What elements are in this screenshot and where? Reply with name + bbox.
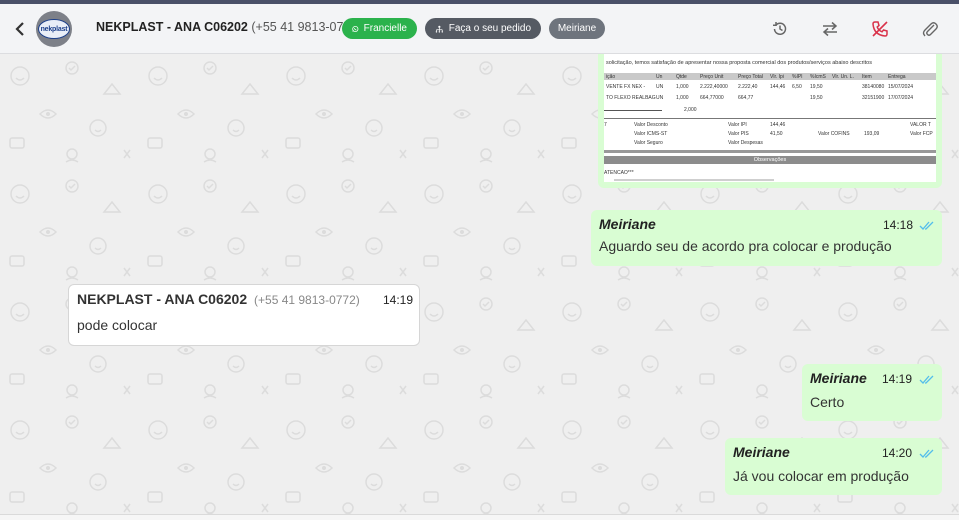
doc-table-header: ição Un Qtde Preço Unit Preço Total Vlr.… [604, 73, 936, 80]
doc-summary-value: 193,09 [864, 131, 880, 137]
whatsapp-tag[interactable]: Francielle [342, 18, 417, 39]
message-bubble-outgoing[interactable]: Meiriane 14:19 Certo [802, 364, 942, 421]
doc-col: Preço Total [738, 74, 763, 80]
doc-col: Vlr. Un. L. [832, 74, 854, 80]
message-bubble-incoming[interactable]: NEKPLAST - ANA C06202 (+55 41 9813-0772)… [68, 284, 420, 346]
contact-title: NEKPLAST - ANA C06202 (+55 41 9813-0772) [96, 20, 362, 34]
whatsapp-tag-label: Francielle [363, 23, 407, 34]
doc-col: Entrega [888, 74, 906, 80]
message-sender-phone: (+55 41 9813-0772) [254, 293, 360, 307]
doc-col: Qtde [676, 74, 687, 80]
doc-summary-label: Valor ICMS-ST [634, 131, 668, 137]
doc-col: %IPI [792, 74, 803, 80]
message-text: Aguardo seu de acordo pra colocar e prod… [599, 238, 892, 254]
doc-col: ição [606, 74, 616, 80]
doc-summary-label: VALOR T [910, 122, 931, 128]
order-tag[interactable]: Faça o seu pedido [425, 18, 541, 39]
doc-summary-label: Valor Despesas [728, 140, 763, 146]
doc-col: Item [862, 74, 872, 80]
doc-row-number: 7 [604, 122, 607, 128]
message-text: pode colocar [77, 317, 158, 333]
doc-observacoes: Observações [604, 156, 936, 164]
doc-summary-label: Valor FCP [910, 131, 933, 137]
history-icon[interactable] [768, 17, 792, 41]
attachment-icon[interactable] [918, 17, 942, 41]
whatsapp-icon [352, 25, 359, 32]
message-time: 14:18 [883, 218, 914, 232]
doc-col: Vlr. Ipi [770, 74, 784, 80]
doc-col: %IcmS [810, 74, 826, 80]
read-ticks-icon [919, 375, 934, 384]
doc-summary-value: 41,50 [770, 131, 783, 137]
avatar[interactable]: nekplast [36, 11, 72, 47]
message-sender: NEKPLAST - ANA C06202 [77, 291, 248, 307]
doc-col: Preço Unit [700, 74, 724, 80]
doc-col: Un [656, 74, 663, 80]
contact-name: NEKPLAST - ANA C06202 [96, 20, 248, 34]
org-chart-icon [435, 25, 443, 33]
doc-summary-label: Valor COFINS [818, 131, 850, 137]
doc-total-qty: 2,000 [684, 107, 697, 113]
composer-edge [0, 514, 959, 520]
message-sender: Meiriane [810, 370, 867, 386]
end-call-icon[interactable] [868, 17, 892, 41]
message-bubble-outgoing[interactable]: Meiriane 14:20 Já vou colocar em produçã… [725, 438, 942, 495]
doc-summary-label: Valor Seguro [634, 140, 663, 146]
message-sender-line: NEKPLAST - ANA C06202 (+55 41 9813-0772) [77, 291, 411, 307]
document-preview-image[interactable]: solicitação, temos satisfação de apresen… [604, 54, 936, 182]
doc-note: ATENCAO*** [604, 170, 634, 176]
read-ticks-icon [919, 449, 934, 458]
transfer-icon[interactable] [818, 17, 842, 41]
message-text: Certo [810, 394, 845, 410]
message-time: 14:19 [882, 372, 913, 386]
doc-summary-value: 144,46 [770, 122, 786, 128]
message-bubble-outgoing[interactable]: Meiriane 14:18 Aguardo seu de acordo pra… [591, 210, 942, 266]
agent-tag-label: Meiriane [557, 23, 597, 34]
avatar-logo: nekplast [38, 19, 70, 39]
doc-intro: solicitação, temos satisfação de apresen… [606, 60, 872, 66]
message-time: 14:20 [882, 446, 913, 460]
doc-faded-line [614, 179, 774, 181]
doc-summary-label: Valor IPI [728, 122, 747, 128]
back-icon[interactable] [10, 18, 30, 40]
doc-divider [604, 118, 936, 119]
message-time: 14:19 [383, 293, 414, 307]
doc-summary-label: Valor PIS [728, 131, 749, 137]
doc-total-arrow [604, 110, 662, 111]
agent-tag[interactable]: Meiriane [549, 18, 605, 39]
message-text: Já vou colocar em produção [733, 468, 909, 484]
read-ticks-icon [919, 221, 934, 230]
chat-area: solicitação, temos satisfação de apresen… [0, 54, 959, 519]
document-preview-bubble[interactable]: solicitação, temos satisfação de apresen… [598, 54, 942, 188]
order-tag-label: Faça o seu pedido [448, 23, 531, 34]
chat-header: nekplast NEKPLAST - ANA C06202 (+55 41 9… [0, 4, 959, 54]
doc-summary-label: Valor Desconto [634, 122, 668, 128]
doc-divider [604, 150, 936, 153]
